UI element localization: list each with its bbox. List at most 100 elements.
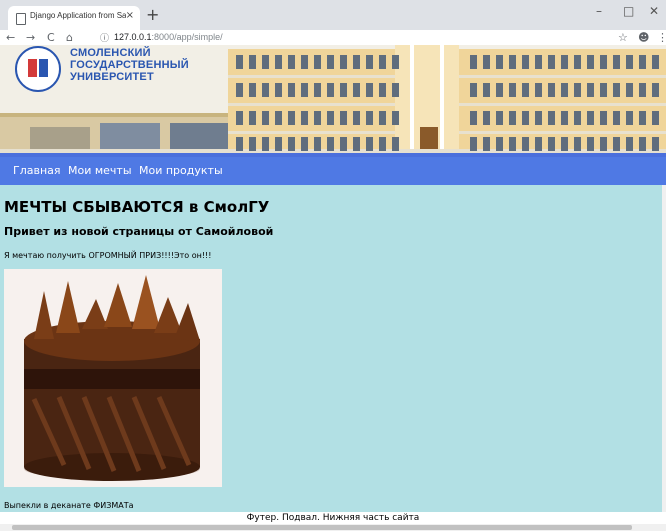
dream-text: Я мечтаю получить ОГРОМНЫЙ ПРИЗ!!!!Это о…: [4, 251, 212, 260]
building-window: [275, 111, 282, 125]
maximize-button[interactable]: □: [623, 4, 634, 18]
building-window: [535, 55, 542, 69]
building-window: [366, 83, 373, 97]
building-window: [509, 83, 516, 97]
nav-link-products[interactable]: Мои продукты: [139, 164, 223, 177]
building-window: [587, 111, 594, 125]
building-window: [379, 83, 386, 97]
building-window: [626, 137, 633, 151]
building-window: [652, 111, 659, 125]
building-window: [275, 55, 282, 69]
building-window: [236, 137, 243, 151]
building-window: [483, 111, 490, 125]
building-window: [288, 137, 295, 151]
building-window: [600, 137, 607, 151]
building-window: [561, 137, 568, 151]
browser-toolbar: ← → C ⌂ ⓘ 127.0.0.1:8000/app/simple/ ☆ ☻…: [0, 30, 666, 45]
browser-menu-icon[interactable]: ⋮: [657, 30, 666, 45]
building-window: [496, 55, 503, 69]
building-window: [652, 137, 659, 151]
horizontal-scrollbar[interactable]: [0, 524, 666, 531]
building-window: [301, 55, 308, 69]
building-window: [379, 137, 386, 151]
building-window: [470, 137, 477, 151]
reload-button[interactable]: C: [47, 30, 55, 45]
building-window: [522, 83, 529, 97]
logo-line: УНИВЕРСИТЕТ: [70, 71, 154, 83]
building-window: [392, 137, 399, 151]
building-window: [587, 83, 594, 97]
university-logo-text: СМОЛЕНСКИЙ ГОСУДАРСТВЕННЫЙ УНИВЕРСИТЕТ: [70, 47, 189, 83]
building-window: [574, 111, 581, 125]
building-window: [262, 55, 269, 69]
address-bar[interactable]: 127.0.0.1:8000/app/simple/: [114, 32, 223, 42]
cake-image: [4, 269, 222, 487]
building-window: [340, 55, 347, 69]
building-window: [626, 83, 633, 97]
scrollbar-thumb[interactable]: [12, 525, 632, 530]
page-footer: Футер. Подвал. Нижняя часть сайта: [0, 512, 666, 524]
building-window: [379, 55, 386, 69]
building-window: [652, 55, 659, 69]
nav-link-dreams[interactable]: Мои мечты: [68, 164, 132, 177]
bookmark-star-icon[interactable]: ☆: [618, 30, 628, 45]
building-window: [522, 55, 529, 69]
browser-tab[interactable]: Django Application from Samoil ×: [8, 6, 140, 30]
building-window: [600, 111, 607, 125]
url-host: 127.0.0.1: [114, 32, 152, 42]
building-window: [548, 55, 555, 69]
building-window: [548, 137, 555, 151]
nav-link-home[interactable]: Главная: [13, 164, 61, 177]
image-caption: Выпекли в деканате ФИЗМАТа: [4, 501, 134, 510]
building-window: [626, 111, 633, 125]
building-window: [613, 111, 620, 125]
header-banner: СМОЛЕНСКИЙ ГОСУДАРСТВЕННЫЙ УНИВЕРСИТЕТ: [0, 45, 666, 153]
building-window: [366, 55, 373, 69]
site-info-icon[interactable]: ⓘ: [100, 31, 109, 44]
building-window: [561, 83, 568, 97]
building-window: [392, 55, 399, 69]
building-window: [574, 83, 581, 97]
account-icon[interactable]: ☻: [638, 30, 649, 45]
building-window: [236, 83, 243, 97]
building-window: [587, 137, 594, 151]
building-window: [561, 111, 568, 125]
vertical-scrollbar[interactable]: [662, 185, 666, 512]
building-window: [249, 55, 256, 69]
building-window: [353, 55, 360, 69]
building-window: [288, 83, 295, 97]
building-window: [249, 83, 256, 97]
building-window: [340, 83, 347, 97]
building-window: [353, 137, 360, 151]
building-window: [600, 55, 607, 69]
building-window: [587, 55, 594, 69]
minimize-button[interactable]: –: [596, 4, 602, 18]
building-window: [652, 83, 659, 97]
building-window: [340, 111, 347, 125]
building-window: [639, 137, 646, 151]
building-window: [314, 83, 321, 97]
building-window: [236, 55, 243, 69]
building-window: [535, 83, 542, 97]
building-window: [301, 111, 308, 125]
building-window: [483, 55, 490, 69]
new-tab-button[interactable]: +: [146, 6, 159, 24]
building-window: [483, 83, 490, 97]
building-window: [496, 83, 503, 97]
building-window: [574, 55, 581, 69]
forward-button[interactable]: →: [26, 30, 35, 45]
building-window: [613, 55, 620, 69]
close-tab-icon[interactable]: ×: [126, 10, 134, 21]
close-window-button[interactable]: ✕: [649, 4, 659, 18]
building-window: [353, 111, 360, 125]
building-window: [509, 137, 516, 151]
browser-tab-bar: Django Application from Samoil × + – □ ✕: [0, 0, 666, 30]
home-button[interactable]: ⌂: [66, 30, 73, 45]
page-icon: [16, 13, 26, 25]
page-title: МЕЧТЫ СБЫВАЮТСЯ в СмолГУ: [4, 198, 270, 216]
back-button[interactable]: ←: [6, 30, 15, 45]
building-window: [366, 111, 373, 125]
building-window: [314, 111, 321, 125]
building-window: [262, 83, 269, 97]
building-window: [262, 111, 269, 125]
